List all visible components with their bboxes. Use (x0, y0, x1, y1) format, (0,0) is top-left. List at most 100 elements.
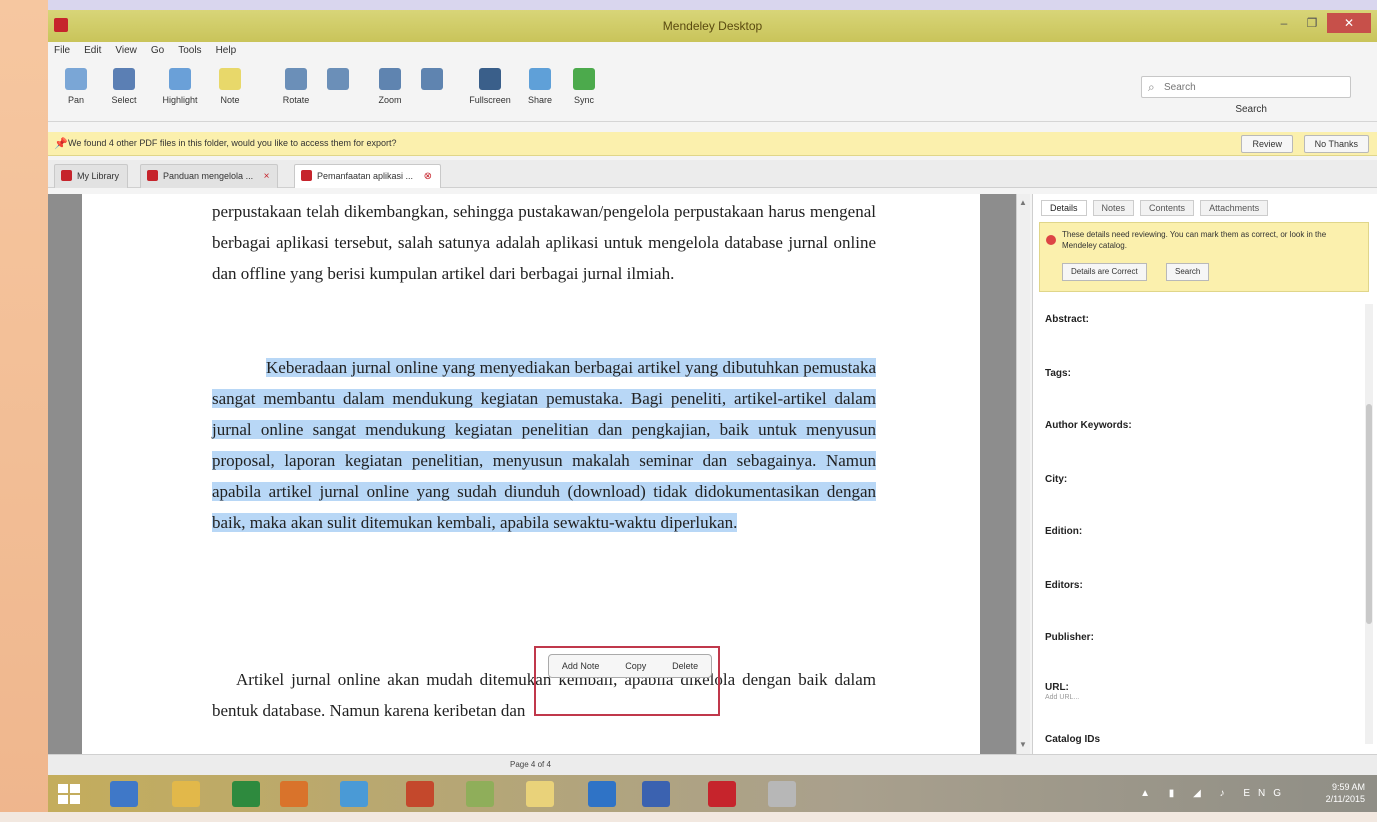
library-icon (61, 170, 72, 181)
close-button[interactable]: ✕ (1327, 13, 1371, 33)
details-tabs: Details Notes Contents Attachments (1041, 200, 1269, 216)
start-button[interactable] (58, 784, 80, 804)
toolbar-button-label: Zoom (378, 95, 402, 105)
taskbar-chrome-icon[interactable] (340, 781, 368, 807)
no-thanks-button[interactable]: No Thanks (1303, 135, 1369, 153)
toolbar-button-label: Select (111, 95, 137, 105)
tab-bar: My Library Panduan mengelola ... × Peman… (48, 160, 1377, 188)
pdf-page[interactable]: perpustakaan telah dikembangkan, sehingg… (82, 194, 980, 754)
copy-button[interactable]: Copy (625, 661, 646, 671)
menu-tools[interactable]: Tools (178, 42, 201, 60)
windows-logo-icon (58, 784, 68, 793)
toolbar-button-share[interactable]: Share (518, 66, 562, 118)
maximize-button[interactable]: ❐ (1299, 13, 1325, 33)
scroll-thumb[interactable] (1366, 404, 1372, 624)
close-tab-icon[interactable]: ⊗ (424, 171, 432, 182)
close-tab-icon[interactable]: × (264, 171, 270, 182)
taskbar-excel-icon[interactable] (232, 781, 260, 807)
taskbar-misc-icon[interactable] (768, 781, 796, 807)
clock-date: 2/11/2015 (1325, 794, 1365, 804)
toolbar-button-label: Share (527, 95, 553, 105)
field-url[interactable]: URL: (1045, 682, 1069, 693)
review-notice: These details need reviewing. You can ma… (1039, 222, 1369, 292)
menu-edit[interactable]: Edit (84, 42, 101, 60)
info-bar: 📌 We found 4 other PDF files in this fol… (48, 132, 1377, 156)
tab-details[interactable]: Details (1041, 200, 1087, 216)
search-input[interactable] (1164, 79, 1344, 95)
tool-icon (421, 68, 443, 90)
tray-icons[interactable]: ▲ ▮ ◢ ♪ ENG (1140, 788, 1289, 799)
language-indicator[interactable]: ENG (1243, 788, 1289, 799)
toolbar-button-select[interactable]: Select (102, 66, 146, 118)
field-author-keywords[interactable]: Author Keywords: (1045, 420, 1132, 431)
taskbar-ie-icon[interactable] (110, 781, 138, 807)
taskbar-explorer-icon[interactable] (172, 781, 200, 807)
toolbar-button-fullscreen[interactable]: Fullscreen (468, 66, 512, 118)
window-controls: – ❐ ✕ (1271, 13, 1371, 33)
minimize-button[interactable]: – (1271, 13, 1297, 33)
delete-button[interactable]: Delete (672, 661, 698, 671)
field-publisher[interactable]: Publisher: (1045, 632, 1094, 643)
add-note-button[interactable]: Add Note (562, 661, 600, 671)
pdf-viewer: perpustakaan telah dikembangkan, sehingg… (48, 194, 1016, 754)
tab-label: Panduan mengelola ... (163, 171, 254, 181)
clock[interactable]: 9:59 AM 2/11/2015 (1326, 781, 1365, 805)
details-correct-button[interactable]: Details are Correct (1062, 263, 1147, 281)
desktop-background (0, 0, 48, 822)
paragraph-1: perpustakaan telah dikembangkan, sehingg… (212, 202, 876, 283)
tab-contents[interactable]: Contents (1140, 200, 1195, 216)
field-abstract[interactable]: Abstract: (1045, 314, 1089, 325)
menu-file[interactable]: File (54, 42, 70, 60)
toolbar-button-note[interactable]: Note (208, 66, 252, 118)
pdf-scrollbar[interactable]: ▲ ▼ (1016, 194, 1030, 754)
fullscreen-icon (479, 68, 501, 90)
desktop-top-strip (48, 0, 1377, 10)
field-catalog-ids[interactable]: Catalog IDs (1045, 734, 1100, 745)
taskbar-mendeley-icon[interactable] (708, 781, 736, 807)
toolbar-button-zoom[interactable]: Zoom (368, 66, 412, 118)
toolbar-button-extra-7[interactable] (410, 66, 454, 118)
toolbar-button-label: Highlight (162, 95, 198, 105)
toolbar-button-rotate[interactable]: Rotate (274, 66, 318, 118)
zoom-icon (379, 68, 401, 90)
select-icon (113, 68, 135, 90)
paragraph-2[interactable]: Keberadaan jurnal online yang menyediaka… (212, 352, 876, 538)
tab-attachments[interactable]: Attachments (1200, 200, 1269, 216)
field-edition[interactable]: Edition: (1045, 526, 1082, 537)
tab-pemanfaatan[interactable]: Pemanfaatan aplikasi ... ⊗ (294, 164, 441, 188)
tab-my-library[interactable]: My Library (54, 164, 129, 188)
toolbar-button-sync[interactable]: Sync (562, 66, 606, 118)
status-bar: Page 4 of 4 (48, 754, 1377, 775)
scroll-down-icon[interactable]: ▼ (1019, 740, 1027, 749)
details-scrollbar[interactable] (1365, 304, 1373, 744)
search-box[interactable]: ⌕ (1141, 76, 1351, 98)
menu-help[interactable]: Help (216, 42, 237, 60)
add-url-link[interactable]: Add URL... (1045, 694, 1079, 701)
highlighted-text[interactable]: Keberadaan jurnal online yang menyediaka… (212, 358, 876, 532)
review-button[interactable]: Review (1241, 135, 1293, 153)
toolbar-button-highlight[interactable]: Highlight (158, 66, 202, 118)
selection-toolbar: Add Note Copy Delete (548, 654, 712, 678)
tab-panduan[interactable]: Panduan mengelola ... × (140, 164, 279, 188)
details-panel: Details Notes Contents Attachments These… (1032, 194, 1377, 754)
pan-icon (65, 68, 87, 90)
field-tags[interactable]: Tags: (1045, 368, 1071, 379)
taskbar-word-icon[interactable] (642, 781, 670, 807)
pdf-icon (147, 170, 158, 181)
menu-bar: File Edit View Go Tools Help (48, 42, 1377, 60)
toolbar-button-pan[interactable]: Pan (54, 66, 98, 118)
field-editors[interactable]: Editors: (1045, 580, 1083, 591)
taskbar-firefox-icon[interactable] (280, 781, 308, 807)
taskbar-shield-icon[interactable] (588, 781, 616, 807)
field-city[interactable]: City: (1045, 474, 1067, 485)
scroll-up-icon[interactable]: ▲ (1019, 198, 1027, 207)
toolbar-button-extra-5[interactable] (316, 66, 360, 118)
taskbar-folder-icon[interactable] (526, 781, 554, 807)
tab-notes[interactable]: Notes (1092, 200, 1135, 216)
windows-logo-pane (70, 795, 80, 804)
taskbar-paint-icon[interactable] (466, 781, 494, 807)
taskbar-app-icon[interactable] (406, 781, 434, 807)
notice-search-button[interactable]: Search (1166, 263, 1210, 281)
menu-go[interactable]: Go (151, 42, 164, 60)
menu-view[interactable]: View (115, 42, 137, 60)
